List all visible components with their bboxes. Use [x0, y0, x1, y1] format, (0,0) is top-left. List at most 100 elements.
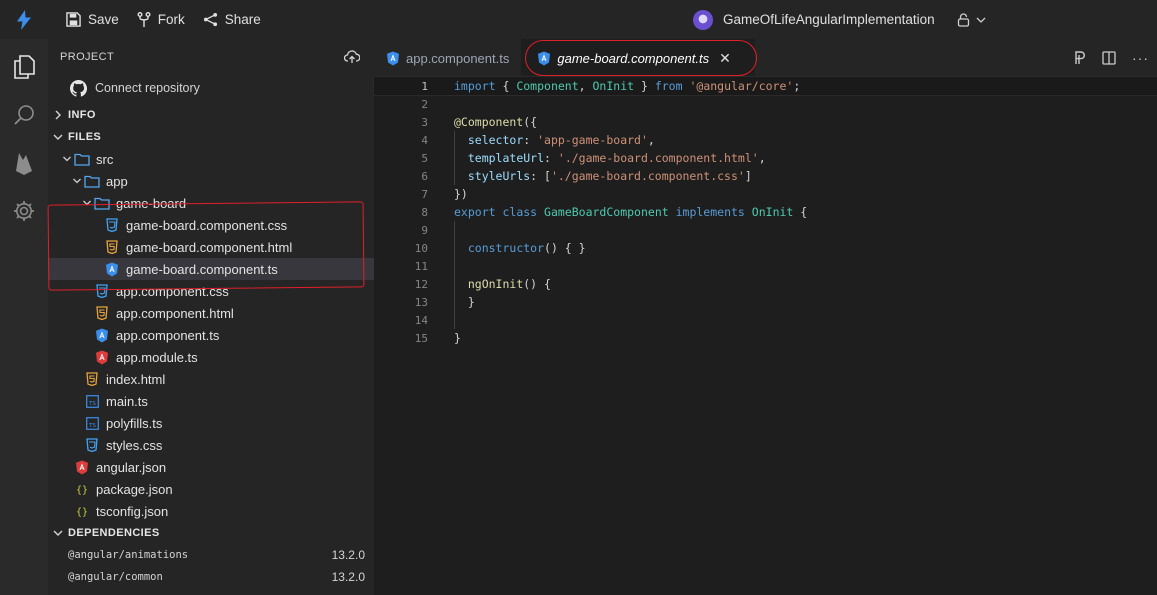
stackblitz-logo-icon[interactable]	[0, 0, 48, 39]
line-number: 4	[421, 133, 428, 147]
code-line: 2	[374, 95, 1157, 113]
connect-repository-link[interactable]: Connect repository	[48, 75, 374, 101]
code-line: 12 ngOnInit() {	[374, 275, 1157, 293]
chevron-down-icon	[70, 176, 84, 186]
tree-file-app-html[interactable]: app.component.html	[48, 302, 374, 324]
tree-file-game-board-css[interactable]: game-board.component.css	[48, 214, 374, 236]
line-number: 14	[414, 313, 428, 327]
angular-ts-file-icon	[94, 327, 110, 343]
chevron-down-icon	[53, 530, 63, 536]
code-line-text: @Component({	[454, 115, 538, 129]
line-number: 3	[421, 115, 428, 129]
explorer-icon[interactable]	[10, 53, 38, 81]
tree-file-styles-css[interactable]: styles.css	[48, 434, 374, 456]
tree-file-app-module[interactable]: app.module.ts	[48, 346, 374, 368]
tree-item-label: package.json	[96, 481, 173, 497]
save-icon	[66, 12, 81, 27]
tree-item-label: game-board.component.html	[126, 239, 293, 255]
tree-item-label: app.module.ts	[116, 349, 198, 365]
tree-folder-src[interactable]: src	[48, 148, 374, 170]
folder-icon	[94, 195, 110, 211]
code-view[interactable]: 1 import { Component, OnInit } from '@an…	[373, 76, 1157, 347]
project-header: PROJECT	[48, 39, 374, 75]
tree-item-label: tsconfig.json	[96, 503, 169, 519]
close-icon[interactable]: ✕	[719, 50, 731, 67]
tree-item-label: src	[96, 151, 114, 167]
chevron-down-icon	[80, 198, 94, 208]
angular-icon	[74, 459, 90, 475]
share-button[interactable]: Share	[203, 12, 261, 27]
code-line-text: selector: 'app-game-board',	[467, 133, 655, 147]
code-line-text: export class GameBoardComponent implemen…	[454, 205, 808, 219]
info-section-header[interactable]: INFO	[48, 104, 374, 126]
typescript-file-icon: TS	[84, 415, 100, 431]
html-file-icon	[104, 239, 120, 255]
tree-file-angular-json[interactable]: angular.json	[48, 456, 374, 478]
code-line-text: })	[454, 187, 468, 201]
share-icon	[203, 12, 217, 27]
code-line: 11	[374, 257, 1157, 275]
dependency-row[interactable]: @angular/animations 13.2.0	[48, 544, 374, 566]
tree-item-label: angular.json	[96, 459, 167, 475]
folder-icon	[74, 151, 90, 167]
tree-folder-app[interactable]: app	[48, 170, 374, 192]
tree-file-game-board-ts[interactable]: game-board.component.ts	[48, 258, 374, 280]
svg-text:TS: TS	[88, 401, 96, 407]
more-actions-icon[interactable]: ···	[1132, 50, 1149, 66]
tree-file-app-ts[interactable]: app.component.ts	[48, 324, 374, 346]
editor-area: app.component.ts game-board.component.ts…	[373, 39, 1157, 595]
line-number: 5	[421, 151, 428, 165]
top-bar: Save Fork Share GameOfLifeAngularImpleme…	[0, 0, 1157, 39]
info-section-label: INFO	[68, 109, 96, 121]
tree-folder-game-board[interactable]: game-board	[48, 192, 374, 214]
tree-file-tsconfig-json[interactable]: {} tsconfig.json	[48, 500, 374, 522]
tab-game-board-component-ts[interactable]: game-board.component.ts ✕	[521, 39, 755, 77]
preview-toggle-icon[interactable]	[1074, 51, 1086, 65]
json-file-icon: {}	[74, 503, 90, 519]
code-line-text: constructor() { }	[467, 241, 586, 255]
css-file-icon	[104, 217, 120, 233]
code-line: 5 templateUrl: './game-board.component.h…	[374, 149, 1157, 167]
code-line-text: }	[454, 331, 461, 345]
tab-app-component-ts[interactable]: app.component.ts	[374, 39, 521, 77]
svg-text:{}: {}	[76, 507, 88, 518]
tree-file-app-css[interactable]: app.component.css	[48, 280, 374, 302]
unlock-icon	[957, 12, 969, 27]
css-file-icon	[84, 437, 100, 453]
tree-item-label: app	[106, 173, 128, 189]
dependency-name: @angular/animations	[68, 549, 189, 561]
cloud-upload-icon[interactable]	[344, 50, 360, 64]
line-number: 1	[421, 79, 428, 93]
project-header-label: PROJECT	[60, 51, 115, 63]
dependency-row[interactable]: @angular/common 13.2.0	[48, 566, 374, 588]
code-line: 6 styleUrls: ['./game-board.component.cs…	[374, 167, 1157, 185]
tree-item-label: game-board	[116, 195, 187, 211]
tree-file-index-html[interactable]: index.html	[48, 368, 374, 390]
code-line: 9	[374, 221, 1157, 239]
fork-button[interactable]: Fork	[137, 11, 185, 28]
code-line: 8 export class GameBoardComponent implem…	[374, 203, 1157, 221]
project-info[interactable]: GameOfLifeAngularImplementation	[693, 0, 986, 39]
tree-item-label: main.ts	[106, 393, 148, 409]
search-icon[interactable]	[10, 101, 38, 129]
connect-repository-label: Connect repository	[95, 81, 200, 95]
tree-item-label: app.component.html	[116, 305, 234, 321]
save-button[interactable]: Save	[66, 12, 119, 27]
tree-file-package-json[interactable]: {} package.json	[48, 478, 374, 500]
code-line-text: styleUrls: ['./game-board.component.css'…	[467, 169, 752, 183]
tree-file-game-board-html[interactable]: game-board.component.html	[48, 236, 374, 258]
settings-gear-icon[interactable]	[10, 197, 38, 225]
code-line: 7 })	[374, 185, 1157, 203]
tree-file-main-ts[interactable]: TS main.ts	[48, 390, 374, 412]
firebase-icon[interactable]	[10, 149, 38, 177]
dependencies-section-header[interactable]: DEPENDENCIES	[48, 522, 374, 544]
tree-file-polyfills-ts[interactable]: TS polyfills.ts	[48, 412, 374, 434]
chevron-right-icon	[55, 110, 61, 120]
code-line: 1 import { Component, OnInit } from '@an…	[373, 76, 1157, 96]
files-section-header[interactable]: FILES	[48, 126, 374, 148]
share-label: Share	[224, 12, 261, 27]
save-label: Save	[88, 12, 119, 27]
visibility-dropdown[interactable]	[957, 12, 986, 27]
code-line-text: templateUrl: './game-board.component.htm…	[467, 151, 766, 165]
split-editor-icon[interactable]	[1102, 51, 1116, 65]
